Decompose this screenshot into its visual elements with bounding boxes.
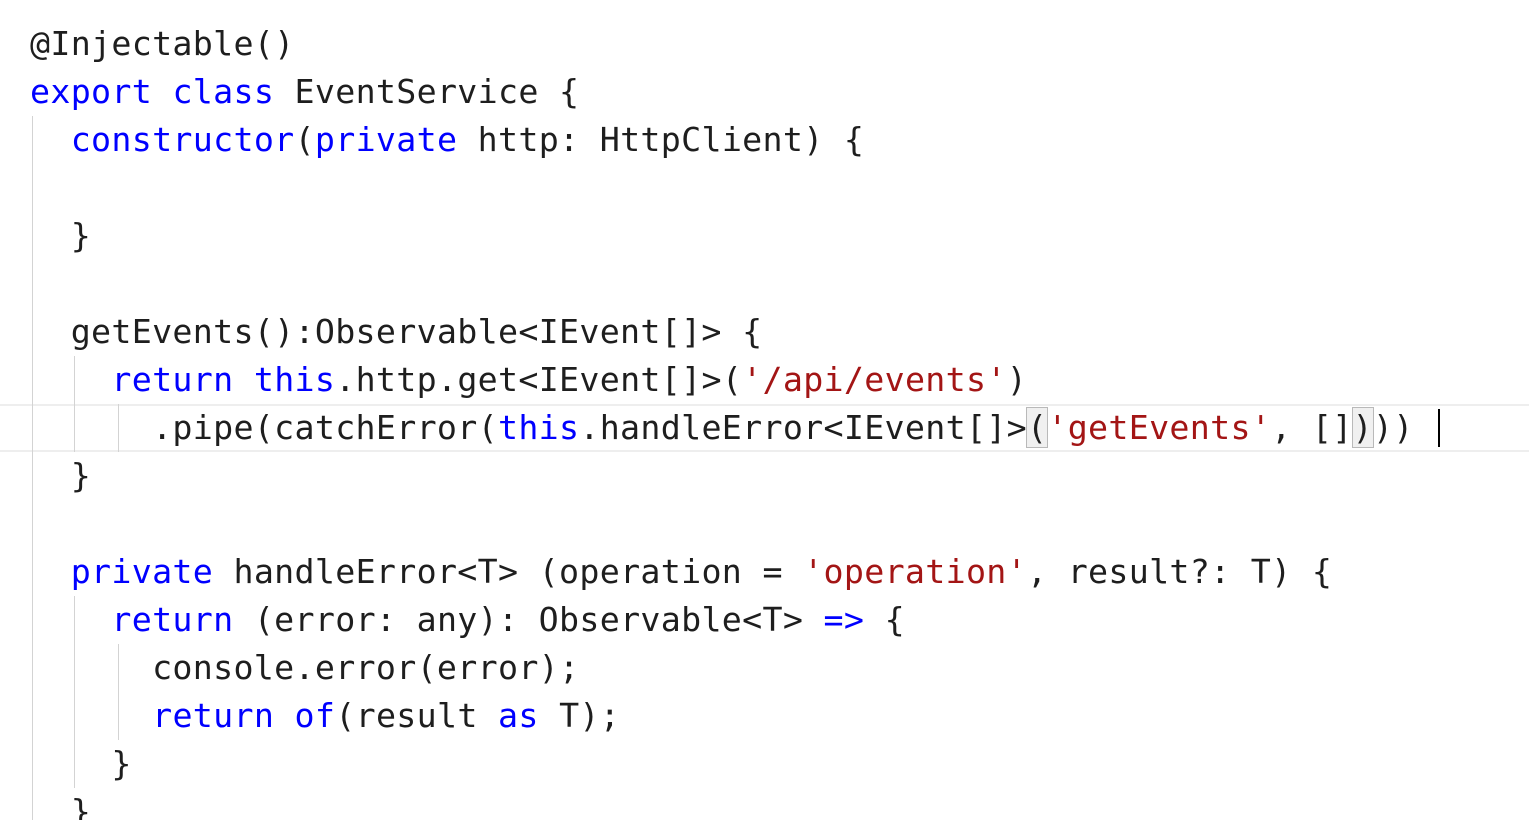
indent-guide <box>118 644 119 740</box>
code-text: T); <box>538 696 621 735</box>
code-text: .handleError<IEvent[]> <box>579 408 1027 447</box>
matched-bracket: ) <box>1351 407 1374 448</box>
code-text: } <box>30 744 132 783</box>
code-line[interactable]: return of(result as T); <box>0 692 620 740</box>
code-text: (error: any): Observable<T> <box>233 600 824 639</box>
code-text: @Injectable() <box>30 24 295 63</box>
indent-guide <box>74 356 75 452</box>
code-text: } <box>30 792 92 820</box>
code-string: 'getEvents' <box>1047 408 1272 447</box>
code-line[interactable] <box>0 164 30 212</box>
code-line[interactable]: getEvents():Observable<IEvent[]> { <box>0 308 762 356</box>
code-line[interactable]: } <box>0 740 132 788</box>
code-keyword: return <box>152 696 275 735</box>
matched-bracket: ( <box>1025 407 1049 448</box>
code-text: .pipe(catchError( <box>30 408 498 447</box>
code-keyword: export <box>30 72 153 111</box>
code-line[interactable]: } <box>0 452 91 500</box>
code-text: EventService { <box>274 72 580 111</box>
indent-guide <box>118 404 119 452</box>
code-keyword: as <box>498 696 539 735</box>
indent-guide <box>74 596 75 788</box>
code-line[interactable]: } <box>0 212 91 260</box>
code-text: } <box>30 456 92 495</box>
code-line[interactable]: } <box>0 788 91 820</box>
code-line[interactable]: return this.http.get<IEvent[]>('/api/eve… <box>0 356 1027 404</box>
code-keyword: private <box>70 552 214 591</box>
code-text: { <box>864 600 905 639</box>
code-keyword: constructor <box>70 120 295 159</box>
code-text: handleError<T> (operation = <box>213 552 804 591</box>
code-line[interactable] <box>0 500 30 548</box>
text-cursor <box>1438 409 1440 447</box>
code-string: 'operation' <box>803 552 1027 591</box>
code-text: ) <box>1006 360 1028 399</box>
code-keyword: => <box>823 600 865 639</box>
code-keyword: class <box>172 72 275 111</box>
code-line[interactable]: constructor(private http: HttpClient) { <box>0 116 864 164</box>
code-keyword: return <box>111 600 234 639</box>
code-line[interactable]: @Injectable() <box>0 20 295 68</box>
code-editor[interactable]: @Injectable() export class EventService {… <box>0 0 1529 820</box>
code-text: ( <box>294 120 315 159</box>
code-line[interactable]: console.error(error); <box>0 644 579 692</box>
code-text: getEvents():Observable<IEvent[]> { <box>30 312 763 351</box>
code-keyword: this <box>253 360 336 399</box>
code-line[interactable]: return (error: any): Observable<T> => { <box>0 596 905 644</box>
code-line[interactable]: private handleError<T> (operation = 'ope… <box>0 548 1332 596</box>
code-text: console.error(error); <box>30 648 580 687</box>
code-text: )) <box>1372 408 1414 447</box>
code-text: (result <box>335 696 499 735</box>
code-line[interactable] <box>0 260 30 308</box>
code-keyword: private <box>314 120 458 159</box>
code-line[interactable]: export class EventService { <box>0 68 579 116</box>
code-keyword: this <box>497 408 580 447</box>
code-text: .http.get<IEvent[]>( <box>335 360 743 399</box>
code-keyword: of <box>294 696 336 735</box>
code-text: } <box>30 216 92 255</box>
indent-guide <box>32 116 33 820</box>
code-text: http: HttpClient) { <box>457 120 865 159</box>
code-line-current[interactable]: .pipe(catchError(this.handleError<IEvent… <box>0 404 1529 452</box>
code-text: , [] <box>1271 408 1353 447</box>
code-string: '/api/events' <box>742 360 1007 399</box>
code-keyword: return <box>111 360 234 399</box>
code-text: , result?: T) { <box>1027 552 1333 591</box>
